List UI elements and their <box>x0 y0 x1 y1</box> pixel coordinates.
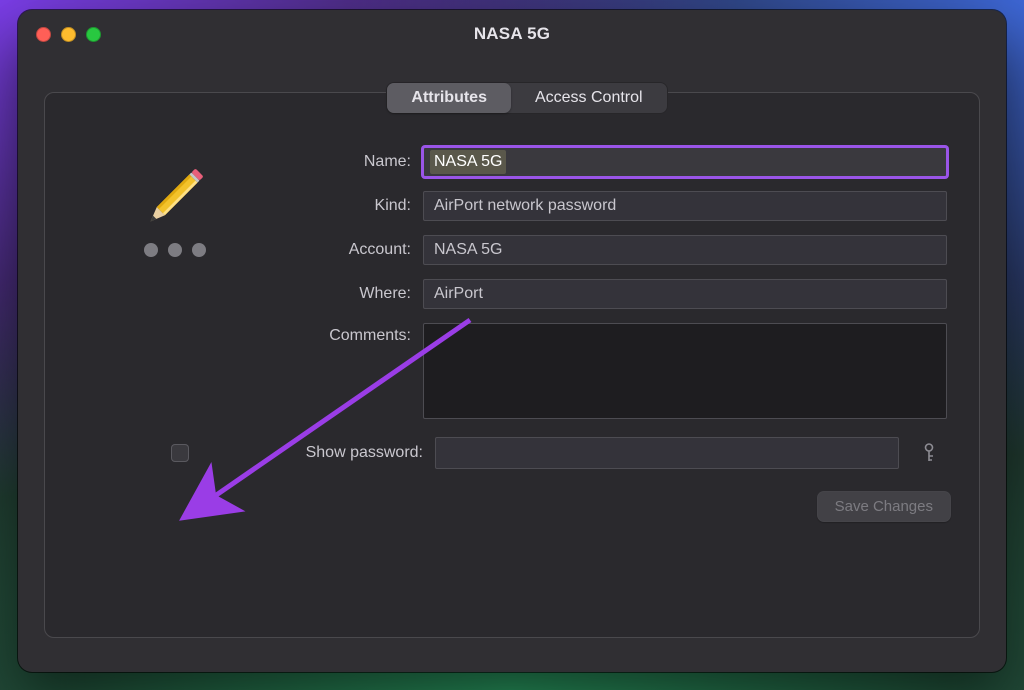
show-password-row: Show password: <box>71 437 953 469</box>
attributes-form: Name: NASA 5G Kind: AirPort network pass… <box>271 147 953 419</box>
where-field: AirPort <box>423 279 947 309</box>
desktop-background: NASA 5G Attributes Access Control <box>0 0 1024 690</box>
kind-field: AirPort network password <box>423 191 947 221</box>
tab-attributes[interactable]: Attributes <box>387 83 511 113</box>
button-row: Save Changes <box>71 491 953 522</box>
name-label: Name: <box>271 153 411 171</box>
where-label: Where: <box>271 285 411 303</box>
password-dots-icon <box>144 243 206 257</box>
tab-access-control[interactable]: Access Control <box>511 83 667 113</box>
attributes-panel: Name: NASA 5G Kind: AirPort network pass… <box>44 92 980 638</box>
item-icon-area <box>71 147 271 419</box>
keychain-item-window: NASA 5G Attributes Access Control <box>18 10 1006 672</box>
account-field[interactable]: NASA 5G <box>423 235 947 265</box>
window-titlebar: NASA 5G <box>18 10 1006 58</box>
tab-bar: Attributes Access Control <box>44 82 980 114</box>
comments-label: Comments: <box>271 323 411 345</box>
password-field[interactable] <box>435 437 899 469</box>
save-changes-button[interactable]: Save Changes <box>817 491 951 522</box>
name-field[interactable]: NASA 5G <box>423 147 947 177</box>
close-window-button[interactable] <box>36 27 51 42</box>
window-title: NASA 5G <box>18 24 1006 44</box>
password-key-icon[interactable] <box>911 438 947 468</box>
traffic-lights <box>36 27 101 42</box>
window-content: Attributes Access Control <box>18 58 1006 672</box>
kind-label: Kind: <box>271 197 411 215</box>
account-label: Account: <box>271 241 411 259</box>
zoom-window-button[interactable] <box>86 27 101 42</box>
comments-field[interactable] <box>423 323 947 419</box>
show-password-label: Show password: <box>283 444 423 462</box>
password-item-icon <box>123 153 219 249</box>
show-password-checkbox[interactable] <box>171 444 189 462</box>
minimize-window-button[interactable] <box>61 27 76 42</box>
